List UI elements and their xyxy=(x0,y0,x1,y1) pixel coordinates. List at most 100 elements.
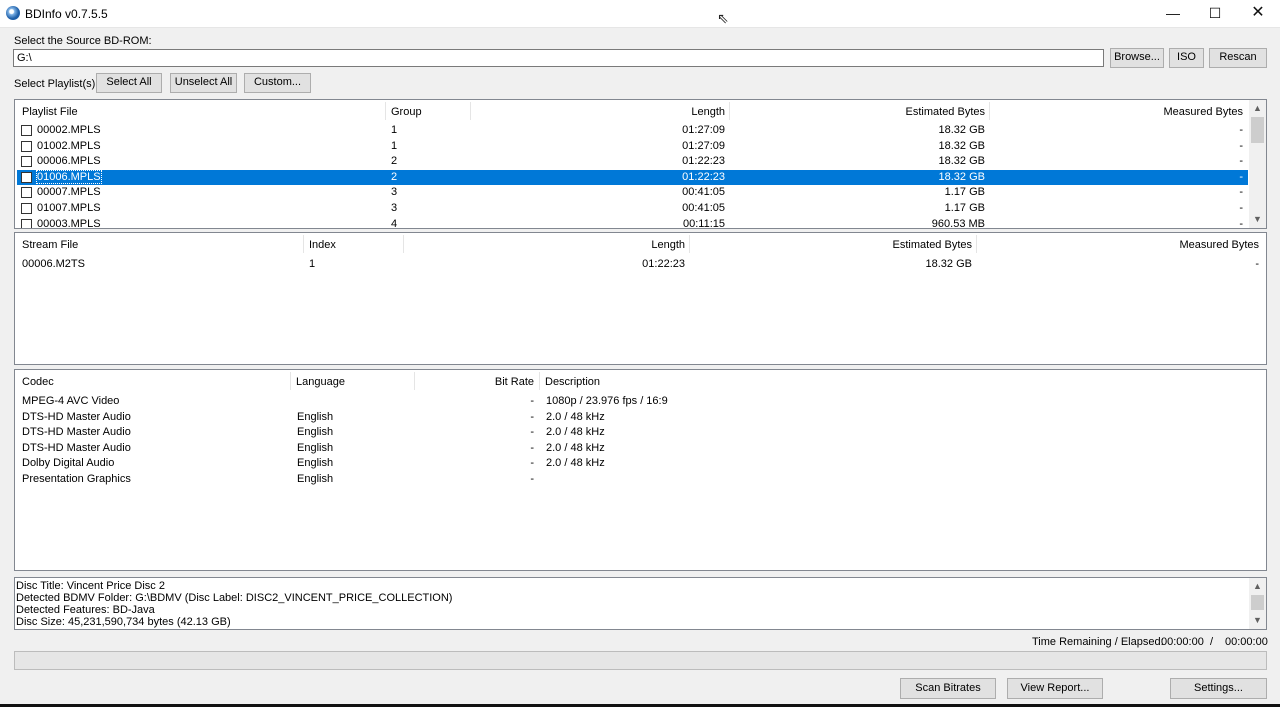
window-title: BDInfo v0.7.5.5 xyxy=(25,7,108,21)
col-length[interactable]: Length xyxy=(615,106,725,118)
col-stream-estimated[interactable]: Estimated Bytes xyxy=(862,239,972,251)
playlist-checkbox[interactable] xyxy=(21,203,32,214)
custom-button[interactable]: Custom... xyxy=(244,73,311,93)
playlist-row[interactable]: 00002.MPLS 1 01:27:09 18.32 GB - xyxy=(17,123,1248,139)
unselect-all-button[interactable]: Unselect All xyxy=(170,73,237,93)
scroll-up-icon[interactable]: ▲ xyxy=(1249,100,1266,117)
col-group[interactable]: Group xyxy=(391,106,422,118)
col-stream-measured[interactable]: Measured Bytes xyxy=(1149,239,1259,251)
col-stream-length[interactable]: Length xyxy=(575,239,685,251)
codec-grid-header: Codec Language Bit Rate Description xyxy=(15,370,1266,392)
playlist-checkbox[interactable] xyxy=(21,171,32,183)
col-estimated-bytes[interactable]: Estimated Bytes xyxy=(875,106,985,118)
scroll-thumb[interactable] xyxy=(1251,595,1264,610)
codec-language: English xyxy=(297,457,334,470)
playlist-group: 2 xyxy=(391,155,398,168)
playlist-group: 1 xyxy=(391,124,398,136)
codec-name: MPEG-4 AVC Video xyxy=(22,395,120,407)
playlist-estimated: 18.32 GB xyxy=(938,155,985,168)
scan-bitrates-button[interactable]: Scan Bitrates xyxy=(900,678,996,699)
codec-row[interactable]: Dolby Digital Audio English - 2.0 / 48 k… xyxy=(17,456,1266,472)
rescan-button[interactable]: Rescan xyxy=(1209,48,1267,68)
mouse-cursor-icon: ⇖ xyxy=(717,10,729,26)
playlist-length: 01:22:23 xyxy=(682,155,725,168)
playlist-row[interactable]: 01007.MPLS 3 00:41:05 1.17 GB - xyxy=(17,201,1248,217)
disc-size-line: Disc Size: 45,231,590,734 bytes (42.13 G… xyxy=(16,616,231,628)
select-playlists-label: Select Playlist(s): xyxy=(14,78,99,90)
playlist-checkbox[interactable] xyxy=(21,140,32,152)
codec-row[interactable]: MPEG-4 AVC Video - 1080p / 23.976 fps / … xyxy=(17,394,1266,410)
iso-button[interactable]: ISO xyxy=(1169,48,1204,68)
codec-bitrate: - xyxy=(530,395,534,407)
codec-description: 2.0 / 48 kHz xyxy=(546,410,605,423)
codec-description: 2.0 / 48 kHz xyxy=(546,426,605,439)
codec-language: English xyxy=(297,426,334,439)
codec-grid[interactable]: Codec Language Bit Rate Description MPEG… xyxy=(14,369,1267,571)
bdmv-folder-line: Detected BDMV Folder: G:\BDMV (Disc Labe… xyxy=(16,592,453,604)
time-separator: / xyxy=(1210,636,1214,648)
source-path-input[interactable] xyxy=(13,49,1104,67)
playlist-estimated: 18.32 GB xyxy=(938,170,985,183)
codec-row[interactable]: DTS-HD Master Audio English - 2.0 / 48 k… xyxy=(17,425,1266,441)
scroll-down-icon[interactable]: ▼ xyxy=(1249,211,1266,228)
browse-button[interactable]: Browse... xyxy=(1110,48,1164,68)
playlist-row[interactable]: 00006.MPLS 2 01:22:23 18.32 GB - xyxy=(17,154,1248,170)
disc-info-textarea[interactable]: Disc Title: Vincent Price Disc 2 Detecte… xyxy=(14,577,1267,630)
playlist-checkbox[interactable] xyxy=(21,187,32,199)
source-label: Select the Source BD-ROM: xyxy=(14,35,152,47)
scroll-thumb[interactable] xyxy=(1251,117,1264,143)
codec-row[interactable]: DTS-HD Master Audio English - 2.0 / 48 k… xyxy=(17,441,1266,457)
playlist-group: 1 xyxy=(391,139,398,152)
col-playlist-file[interactable]: Playlist File xyxy=(22,106,78,118)
playlist-row[interactable]: 00007.MPLS 3 00:41:05 1.17 GB - xyxy=(17,185,1248,201)
codec-bitrate: - xyxy=(530,473,534,485)
stream-length: 01:22:23 xyxy=(642,258,685,270)
playlist-file: 00006.MPLS xyxy=(37,155,101,168)
stream-row[interactable]: 00006.M2TS 1 01:22:23 18.32 GB - xyxy=(17,257,1266,273)
select-all-button[interactable]: Select All xyxy=(96,73,162,93)
codec-bitrate: - xyxy=(530,457,534,470)
playlist-scrollbar[interactable]: ▲ ▼ xyxy=(1249,100,1266,228)
playlist-estimated: 18.32 GB xyxy=(938,139,985,152)
codec-row[interactable]: DTS-HD Master Audio English - 2.0 / 48 k… xyxy=(17,410,1266,426)
playlist-row[interactable]: 01002.MPLS 1 01:27:09 18.32 GB - xyxy=(17,139,1248,155)
col-bit-rate[interactable]: Bit Rate xyxy=(425,376,534,388)
col-codec[interactable]: Codec xyxy=(22,376,54,388)
bdinfo-disc-icon xyxy=(6,6,20,20)
scan-progress-bar xyxy=(14,651,1267,670)
playlist-measured: - xyxy=(1239,170,1243,183)
title-bar: BDInfo v0.7.5.5 — ☐ ✕ xyxy=(0,0,1280,28)
playlist-grid[interactable]: Playlist File Group Length Estimated Byt… xyxy=(14,99,1267,229)
codec-bitrate: - xyxy=(530,441,534,454)
close-button[interactable]: ✕ xyxy=(1236,0,1280,28)
playlist-row[interactable]: 00003.MPLS 4 00:11:15 960.53 MB - xyxy=(17,217,1248,229)
disc-info-scrollbar[interactable]: ▲ ▼ xyxy=(1249,578,1266,629)
codec-name: Dolby Digital Audio xyxy=(22,457,115,470)
maximize-button[interactable]: ☐ xyxy=(1193,0,1237,28)
col-index[interactable]: Index xyxy=(309,239,336,251)
playlist-row-selected[interactable]: 01006.MPLS 2 01:22:23 18.32 GB - xyxy=(17,169,1248,186)
scroll-down-icon[interactable]: ▼ xyxy=(1249,612,1266,629)
codec-language: English xyxy=(297,441,334,454)
playlist-file: 01007.MPLS xyxy=(37,202,101,214)
playlist-checkbox[interactable] xyxy=(21,218,32,228)
codec-row[interactable]: Presentation Graphics English - xyxy=(17,472,1266,488)
playlist-checkbox[interactable] xyxy=(21,125,32,136)
stream-grid[interactable]: Stream File Index Length Estimated Bytes… xyxy=(14,232,1267,365)
playlist-measured: - xyxy=(1239,217,1243,229)
scroll-up-icon[interactable]: ▲ xyxy=(1249,578,1266,595)
playlist-measured: - xyxy=(1239,124,1243,136)
minimize-button[interactable]: — xyxy=(1151,0,1195,28)
time-remaining-label: Time Remaining / Elapsed: xyxy=(1032,636,1164,648)
col-description[interactable]: Description xyxy=(545,376,600,388)
playlist-measured: - xyxy=(1239,202,1243,214)
col-stream-file[interactable]: Stream File xyxy=(22,239,78,251)
playlist-checkbox[interactable] xyxy=(21,156,32,168)
playlist-measured: - xyxy=(1239,139,1243,152)
col-measured-bytes[interactable]: Measured Bytes xyxy=(1133,106,1243,118)
col-language[interactable]: Language xyxy=(296,376,345,388)
playlist-grid-header: Playlist File Group Length Estimated Byt… xyxy=(15,100,1266,122)
playlist-length: 01:27:09 xyxy=(682,124,725,136)
view-report-button[interactable]: View Report... xyxy=(1007,678,1103,699)
settings-button[interactable]: Settings... xyxy=(1170,678,1267,699)
